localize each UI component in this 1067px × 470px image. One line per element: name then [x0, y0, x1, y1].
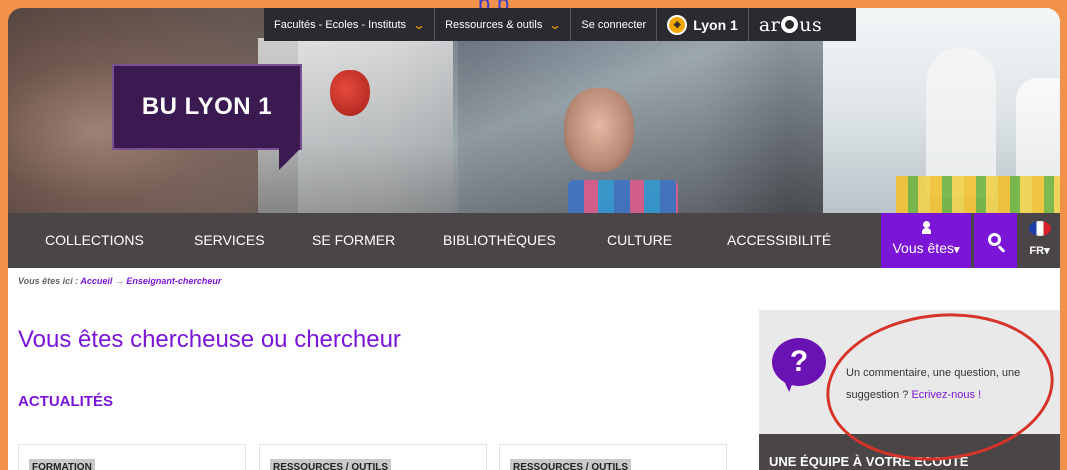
researcher-face-image	[564, 88, 634, 172]
login-link-label: Se connecter	[581, 18, 647, 31]
question-bubble-icon: ?	[772, 338, 826, 386]
lyon1-label: Lyon 1	[693, 16, 738, 33]
lyon1-link[interactable]: ◈ Lyon 1	[657, 8, 749, 41]
chevron-down-icon: ⌄	[412, 17, 426, 32]
card-category-tag: RESSOURCES / OUTILS	[510, 459, 632, 470]
nav-se-former[interactable]: SE FORMER	[312, 213, 395, 268]
header-banner: Facultés - Ecoles - Instituts ⌄ Ressourc…	[8, 8, 1060, 213]
nav-bibliotheques[interactable]: BIBLIOTHÈQUES	[443, 213, 556, 268]
news-card[interactable]: RESSOURCES / OUTILS	[499, 444, 727, 470]
nav-accessibilite[interactable]: ACCESSIBILITÉ	[727, 213, 831, 268]
breadcrumb-current[interactable]: Enseignant-chercheur	[126, 276, 221, 286]
page-title: Vous êtes chercheuse ou chercheur	[18, 326, 401, 353]
login-link[interactable]: Se connecter	[571, 8, 658, 41]
nav-culture[interactable]: CULTURE	[607, 213, 672, 268]
section-title-actualites: ACTUALITÉS	[18, 393, 113, 410]
nav-services[interactable]: SERVICES	[194, 213, 265, 268]
nav-collections[interactable]: COLLECTIONS	[45, 213, 144, 268]
language-label: FR	[1029, 245, 1045, 257]
arqus-label-left: ar	[758, 13, 781, 36]
browser-frame: Facultés - Ecoles - Instituts ⌄ Ressourc…	[8, 8, 1060, 470]
chevron-down-icon: ⌄	[548, 17, 562, 32]
vous-etes-label: Vous êtes	[892, 240, 954, 256]
search-icon	[987, 232, 1001, 246]
chevron-down-icon: ▾	[1044, 245, 1050, 257]
question-mark: ?	[789, 345, 809, 378]
lab-tray-image	[896, 176, 1060, 213]
breadcrumb: Vous êtes ici : Accueil → Enseignant-che…	[18, 276, 221, 286]
menu-facultes-label: Facultés - Ecoles - Instituts	[274, 18, 407, 31]
arqus-link[interactable]: ar us	[749, 8, 832, 41]
menu-ressources[interactable]: Ressources & outils ⌄	[435, 8, 572, 41]
user-icon	[921, 221, 931, 234]
search-button[interactable]	[974, 213, 1017, 268]
vous-etes-button[interactable]: Vous êtes▾	[881, 213, 971, 268]
arqus-logo-icon	[781, 16, 799, 33]
main-navigation: COLLECTIONS SERVICES SE FORMER BIBLIOTHÈ…	[8, 213, 1060, 268]
breadcrumb-home-link[interactable]: Accueil	[80, 276, 112, 286]
french-flag-icon	[1028, 221, 1051, 236]
arqus-label-right: us	[799, 13, 823, 36]
anatomical-heart-image	[330, 70, 370, 116]
lab-bottles-image	[568, 180, 678, 213]
breadcrumb-arrow: →	[112, 276, 127, 286]
card-category-tag: RESSOURCES / OUTILS	[270, 459, 392, 470]
news-card[interactable]: FORMATION	[18, 444, 246, 470]
logo-text: BU LYON 1	[141, 93, 273, 120]
lyon1-logo-icon: ◈	[667, 14, 688, 35]
card-category-tag: FORMATION	[29, 459, 95, 470]
bu-lyon1-logo[interactable]: BU LYON 1	[112, 64, 302, 150]
menu-facultes[interactable]: Facultés - Ecoles - Instituts ⌄	[264, 8, 436, 41]
menu-ressources-label: Ressources & outils	[445, 18, 543, 31]
breadcrumb-prefix: Vous êtes ici :	[18, 276, 81, 286]
chevron-down-icon: ▾	[953, 244, 960, 256]
language-selector[interactable]: FR▾	[1019, 213, 1060, 268]
logo-tail	[279, 148, 301, 170]
top-menu-bar: Facultés - Ecoles - Instituts ⌄ Ressourc…	[264, 8, 856, 41]
news-card[interactable]: RESSOURCES / OUTILS	[259, 444, 487, 470]
